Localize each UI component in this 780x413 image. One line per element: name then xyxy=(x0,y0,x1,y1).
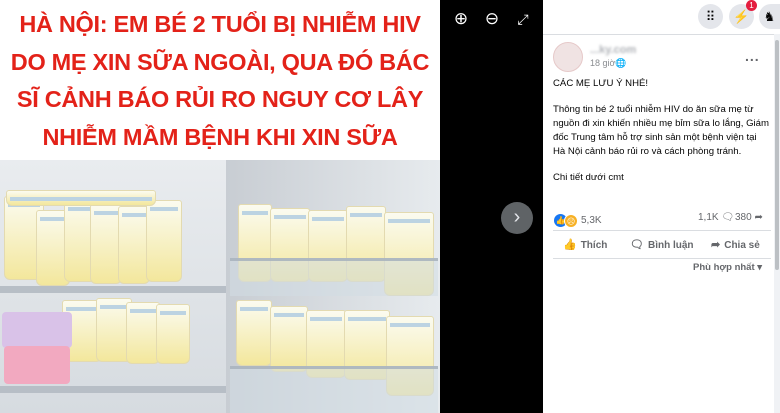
zoom-out-button[interactable]: ⊖ xyxy=(481,8,503,30)
door-bin xyxy=(230,258,438,296)
milk-bag xyxy=(126,302,160,364)
like-button[interactable]: 👍 Thích xyxy=(563,238,607,254)
freezer-shelf xyxy=(0,286,226,293)
scrollbar-thumb[interactable] xyxy=(775,40,779,270)
share-icon: ➦ xyxy=(711,239,721,251)
post-photo[interactable]: HÀ NỘI: EM BÉ 2 TUỔI BỊ NHIỄM HIV DO MẸ … xyxy=(0,0,440,413)
grid-menu-icon: ⠿ xyxy=(705,9,716,24)
comment-icon: 🗨 xyxy=(630,239,644,251)
globe-icon: 🌐 xyxy=(615,58,627,68)
top-divider xyxy=(543,34,780,35)
bell-icon: ♞ xyxy=(763,9,776,24)
freezer-image xyxy=(0,160,440,413)
reaction-summary[interactable]: 👍☹ 5,3K xyxy=(554,212,602,228)
ice-tray xyxy=(2,312,72,348)
actions-divider xyxy=(553,230,771,231)
milk-bag xyxy=(156,304,190,364)
notification-badge: 1 xyxy=(746,0,757,11)
post-time[interactable]: 18 giờ xyxy=(590,58,615,68)
thumbs-up-icon: 👍 xyxy=(563,239,577,251)
post-panel: ⠿ ⚡ 1 ♞ ...ky.com 18 giờ 🌐 ... CÁC MẸ LƯ… xyxy=(543,0,780,413)
ice-tray xyxy=(4,346,70,384)
photo-viewer: HÀ NỘI: EM BÉ 2 TUỔI BỊ NHIỄM HIV DO MẸ … xyxy=(0,0,543,413)
menu-button[interactable]: ⠿ xyxy=(698,4,723,29)
fullscreen-icon: ⤢ xyxy=(517,11,529,27)
post-line: Chi tiết dưới cmt xyxy=(553,172,624,183)
milk-bag xyxy=(6,190,156,206)
comment-sort-dropdown[interactable]: Phù hợp nhất ▾ xyxy=(693,262,762,273)
share-count[interactable]: 380 ➦ xyxy=(735,212,763,223)
freezer-shelf xyxy=(0,386,226,393)
milk-bag xyxy=(236,300,272,366)
milk-bag xyxy=(270,306,308,372)
milk-bag xyxy=(146,200,182,282)
next-photo-button[interactable]: › xyxy=(501,202,533,234)
post-line: CÁC MẸ LƯU Ý NHÉ! xyxy=(553,78,649,89)
comments-divider xyxy=(553,258,771,259)
more-options-button[interactable]: ... xyxy=(745,48,760,64)
messenger-icon: ⚡ xyxy=(733,9,750,24)
post-text: CÁC MẸ LƯU Ý NHÉ! Thông tin bé 2 tuổi nh… xyxy=(553,77,771,197)
notifications-button[interactable]: ♞ xyxy=(759,4,780,29)
top-bar: ⠿ ⚡ 1 ♞ xyxy=(543,0,780,34)
zoom-in-icon: ⊕ xyxy=(453,9,469,28)
photo-headline: HÀ NỘI: EM BÉ 2 TUỔI BỊ NHIỄM HIV DO MẸ … xyxy=(10,11,430,187)
page-name[interactable]: ...ky.com xyxy=(590,44,636,56)
sad-reaction-icon: ☹ xyxy=(564,213,578,228)
post-line: Thông tin bé 2 tuổi nhiễm HIV do ăn sữa … xyxy=(553,104,770,157)
door-bin xyxy=(230,366,438,413)
chevron-down-icon: ▾ xyxy=(757,262,763,273)
fullscreen-button[interactable]: ⤢ xyxy=(512,8,534,30)
zoom-out-icon: ⊖ xyxy=(484,9,500,28)
comment-button[interactable]: 🗨 Bình luận xyxy=(630,238,694,254)
share-button[interactable]: ➦ Chia sẻ xyxy=(711,238,760,254)
page-avatar[interactable] xyxy=(553,42,583,72)
comment-count-icon: 🗨 xyxy=(721,212,735,223)
zoom-in-button[interactable]: ⊕ xyxy=(450,8,472,30)
reaction-count: 5,3K xyxy=(581,215,602,227)
share-count-icon: ➦ xyxy=(754,212,763,223)
comment-count[interactable]: 1,1K 🗨 xyxy=(698,212,734,223)
freezer-door xyxy=(226,160,440,413)
freezer-compartment xyxy=(0,160,232,413)
chevron-right-icon: › xyxy=(513,206,521,228)
